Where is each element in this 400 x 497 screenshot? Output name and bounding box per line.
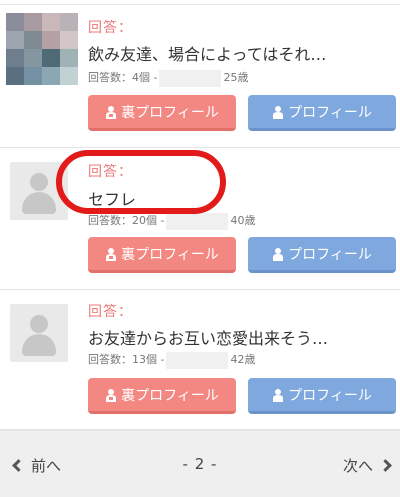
answer-text[interactable]: 飲み友達、場合によってはそれ… bbox=[88, 41, 326, 65]
ura-profile-label: 裏プロフィール bbox=[121, 104, 219, 121]
lock-person-icon bbox=[106, 388, 117, 402]
ura-profile-button[interactable]: 裏プロフィール bbox=[88, 95, 236, 131]
profile-button[interactable]: プロフィール bbox=[248, 378, 396, 414]
user-avatar[interactable] bbox=[10, 304, 68, 362]
profile-button[interactable]: プロフィール bbox=[248, 237, 396, 273]
profile-label: プロフィール bbox=[288, 246, 372, 263]
profile-label: プロフィール bbox=[288, 387, 372, 404]
meta-info: 回答数：4個 - 25歳 bbox=[88, 69, 248, 87]
person-icon bbox=[273, 105, 284, 119]
ura-profile-label: 裏プロフィール bbox=[121, 387, 219, 404]
answer-card: 回答： 飲み友達、場合によってはそれ… 回答数：4個 -25歳 裏プロフィール … bbox=[0, 5, 400, 148]
next-page-link[interactable]: 次へ bbox=[342, 455, 392, 476]
ura-profile-button[interactable]: 裏プロフィール bbox=[88, 237, 236, 273]
answer-card: 回答： お友達からお互い恋愛出来そう… 回答数：13個 - 42歳 裏プロフィール… bbox=[0, 290, 400, 430]
masked-region bbox=[166, 212, 229, 230]
profile-label: プロフィール bbox=[288, 104, 372, 121]
answer-count: 回答数：13個 - bbox=[88, 353, 165, 366]
age: 25歳 bbox=[223, 71, 249, 84]
masked-region bbox=[159, 69, 222, 87]
current-page-indicator: - 2 - bbox=[182, 455, 218, 473]
meta-info: 回答数：13個 - 42歳 bbox=[88, 351, 255, 369]
chevron-right-icon bbox=[379, 459, 392, 472]
ura-profile-button[interactable]: 裏プロフィール bbox=[88, 378, 236, 414]
lock-person-icon bbox=[106, 247, 117, 261]
profile-button[interactable]: プロフィール bbox=[248, 95, 396, 131]
age: 40歳 bbox=[230, 214, 256, 227]
next-label: 次へ bbox=[342, 457, 373, 475]
pagination-bar: 前へ - 2 - 次へ bbox=[0, 430, 400, 497]
lock-person-icon bbox=[106, 105, 117, 119]
highlight-annotation bbox=[56, 150, 226, 214]
meta-info: 回答数：20個 - 40歳 bbox=[88, 212, 255, 230]
answer-text[interactable]: お友達からお互い恋愛出来そう… bbox=[88, 325, 328, 349]
age: 42歳 bbox=[230, 353, 256, 366]
answer-count: 回答数：4個 - bbox=[88, 71, 158, 84]
person-icon bbox=[273, 247, 284, 261]
answer-label: 回答： bbox=[88, 304, 133, 320]
ura-profile-label: 裏プロフィール bbox=[121, 246, 219, 263]
default-avatar-icon bbox=[30, 315, 48, 333]
default-avatar-icon bbox=[30, 173, 48, 191]
person-icon bbox=[273, 388, 284, 402]
answer-label: 回答： bbox=[88, 20, 133, 36]
answer-count: 回答数：20個 - bbox=[88, 214, 165, 227]
user-avatar[interactable] bbox=[6, 13, 78, 85]
masked-region bbox=[166, 351, 229, 369]
